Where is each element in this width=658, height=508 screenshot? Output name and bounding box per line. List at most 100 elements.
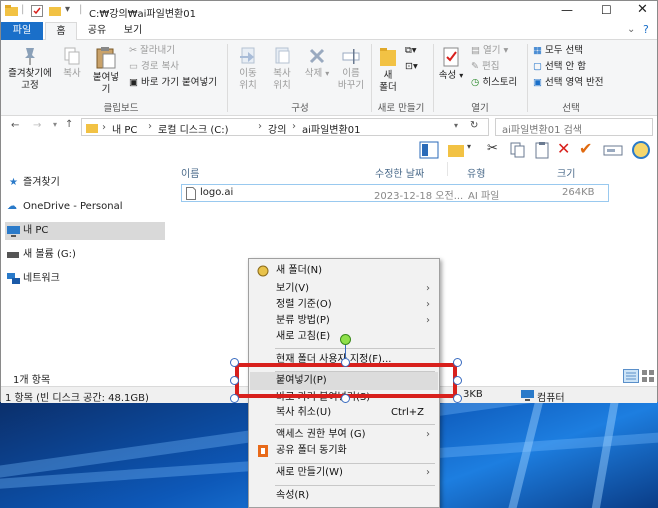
paste-icon[interactable]: [533, 141, 551, 159]
file-name: logo.ai: [200, 187, 234, 198]
menu-separator: [275, 485, 435, 486]
sync-icon: [258, 445, 268, 457]
resize-handle[interactable]: [453, 376, 462, 385]
sidebar-item-label: 내 PC: [23, 225, 49, 236]
copy-to-button[interactable]: 복사 위치: [267, 46, 297, 92]
open-label: 열기: [483, 45, 501, 56]
resize-handle[interactable]: [230, 376, 239, 385]
delete-label: 삭제: [304, 68, 323, 79]
recent-dropdown-icon[interactable]: ▾: [53, 120, 57, 129]
copy-icon[interactable]: [509, 141, 527, 159]
paste-button[interactable]: 붙여넣기: [89, 46, 123, 96]
forward-arrow-icon[interactable]: →: [33, 120, 41, 131]
column-header-size[interactable]: 크기: [557, 165, 575, 180]
resize-handle[interactable]: [230, 394, 239, 403]
folder-icon: [5, 5, 18, 16]
disk-space-text: 1 항목 (빈 디스크 공간: 48.1GB): [5, 393, 149, 404]
copy-button[interactable]: 복사: [59, 46, 85, 80]
breadcrumb-this-pc[interactable]: 내 PC: [112, 121, 137, 136]
cut-button[interactable]: ✂ 잘라내기: [129, 45, 175, 57]
sidebar-item-volume-g[interactable]: 새 볼륨 (G:): [5, 246, 165, 264]
tab-share[interactable]: 공유: [81, 22, 113, 40]
copy-path-button[interactable]: ▭ 경로 복사: [129, 61, 179, 73]
details-view-icon[interactable]: [623, 369, 639, 383]
large-icons-view-icon[interactable]: [641, 369, 655, 383]
new-folder-icon: [257, 265, 269, 277]
move-to-button[interactable]: 이동 위치: [233, 46, 263, 92]
cut-label: 잘라내기: [139, 45, 175, 56]
view-dropdown-icon[interactable]: ▾: [467, 142, 471, 151]
breadcrumb-local-disk[interactable]: 로컬 디스크 (C:): [158, 121, 229, 136]
properties-button[interactable]: 속성 ▾: [437, 46, 465, 82]
table-row[interactable]: logo.ai 2023-12-18 오전... AI 파일 264KB: [181, 184, 609, 202]
refresh-icon[interactable]: ↻: [470, 120, 478, 131]
menu-item-sync-shared-folder[interactable]: 공유 폴더 동기화: [250, 442, 438, 460]
column-header-name[interactable]: 이름: [181, 165, 199, 180]
computer-icon: [521, 390, 534, 401]
menu-item-new[interactable]: 새로 만들기(W) ›: [250, 464, 438, 482]
clipboard-group-label: 클립보드: [103, 103, 139, 114]
search-input[interactable]: ai파일변환01 검색: [502, 121, 582, 136]
address-bar[interactable]: › 내 PC › 로컬 디스크 (C:) › 강의 › ai파일변환01 ▾ ↻: [81, 118, 489, 136]
sidebar-item-quick-access[interactable]: ★ 즐겨찾기: [5, 174, 165, 192]
paste-shortcut-button[interactable]: ▣ 바로 가기 붙여넣기: [129, 77, 217, 89]
history-button[interactable]: ◷ 히스토리: [471, 77, 517, 89]
resize-handle[interactable]: [230, 358, 239, 367]
checkmark-icon[interactable]: ✔: [579, 139, 592, 158]
breadcrumb-current-folder[interactable]: ai파일변환01: [302, 121, 360, 136]
ribbon-tabs: 파일 홈 공유 보기 ⌄ ?: [1, 21, 657, 40]
ribbon: 즐겨찾기에 고정 복사 붙여넣기 ✂ 잘라내기 ▭ 경로 복사 ▣ 바로 가기 …: [1, 40, 657, 116]
folder-view-icon[interactable]: [447, 141, 465, 159]
rotate-handle[interactable]: [340, 334, 351, 345]
menu-item-label: 보기(V): [276, 283, 310, 294]
rename-icon[interactable]: [603, 141, 623, 159]
menu-item-new-folder[interactable]: 새 폴더(N): [250, 262, 438, 280]
breadcrumb-lecture[interactable]: 강의: [268, 121, 286, 136]
delete-button[interactable]: 삭제 ▾: [303, 46, 331, 80]
resize-handle[interactable]: [341, 394, 350, 403]
new-item-icon[interactable]: ⧉▾: [405, 45, 417, 57]
maximize-button[interactable]: ☐: [601, 3, 612, 17]
open-button[interactable]: ▤ 열기 ▾: [471, 45, 508, 57]
edit-button[interactable]: ✎ 편집: [471, 61, 499, 73]
easy-access-icon[interactable]: ⊡▾: [405, 61, 418, 73]
up-arrow-icon[interactable]: ↑: [65, 119, 73, 130]
select-none-button[interactable]: ▢ 선택 안 함: [533, 61, 586, 73]
ribbon-expand-icon[interactable]: ⌄: [627, 24, 635, 35]
selection-size-text: 3KB: [463, 389, 483, 400]
help-icon[interactable]: ?: [643, 23, 649, 36]
extra-toolbar: ▾ ✂ ✕ ✔: [1, 138, 657, 162]
resize-handle[interactable]: [453, 394, 462, 403]
address-dropdown-icon[interactable]: ▾: [454, 121, 458, 130]
globe-icon[interactable]: [631, 140, 651, 160]
tab-home[interactable]: 홈: [45, 22, 77, 40]
new-folder-quick-icon[interactable]: [49, 5, 61, 17]
new-folder-button[interactable]: 새 폴더: [375, 46, 401, 94]
delete-icon[interactable]: ✕: [557, 139, 570, 158]
select-all-button[interactable]: ▦ 모두 선택: [533, 45, 583, 57]
close-button[interactable]: ✕: [637, 2, 648, 17]
column-header-modified[interactable]: 수정한 날짜: [375, 165, 424, 180]
resize-handle[interactable]: [341, 358, 350, 367]
column-header-type[interactable]: 유형: [467, 165, 485, 180]
sidebar-item-onedrive[interactable]: ☁ OneDrive - Personal: [5, 198, 165, 216]
menu-item-properties[interactable]: 속성(R): [250, 487, 438, 505]
menu-separator: [275, 348, 435, 349]
resize-handle[interactable]: [453, 358, 462, 367]
search-box[interactable]: ai파일변환01 검색: [495, 118, 653, 136]
menu-item-undo-copy[interactable]: 복사 취소(U) Ctrl+Z: [250, 404, 438, 422]
sidebar-item-network[interactable]: 네트워크: [5, 270, 165, 288]
properties-quick-icon[interactable]: [31, 5, 43, 17]
preview-pane-icon[interactable]: [419, 141, 439, 159]
cut-icon[interactable]: ✂: [487, 141, 498, 156]
minimize-button[interactable]: —: [561, 3, 573, 17]
invert-selection-button[interactable]: ▣ 선택 영역 반전: [533, 77, 604, 89]
tab-file[interactable]: 파일: [1, 22, 43, 40]
tab-view[interactable]: 보기: [117, 22, 149, 40]
pin-quick-access-button[interactable]: 즐겨찾기에 고정: [5, 46, 55, 92]
sidebar-item-label: OneDrive - Personal: [23, 201, 123, 212]
back-arrow-icon[interactable]: ←: [11, 120, 19, 131]
quick-access-dropdown-icon[interactable]: ▾: [65, 4, 70, 15]
sidebar-item-this-pc[interactable]: 내 PC: [5, 222, 165, 240]
rename-button[interactable]: 이름 바꾸기: [335, 46, 367, 92]
